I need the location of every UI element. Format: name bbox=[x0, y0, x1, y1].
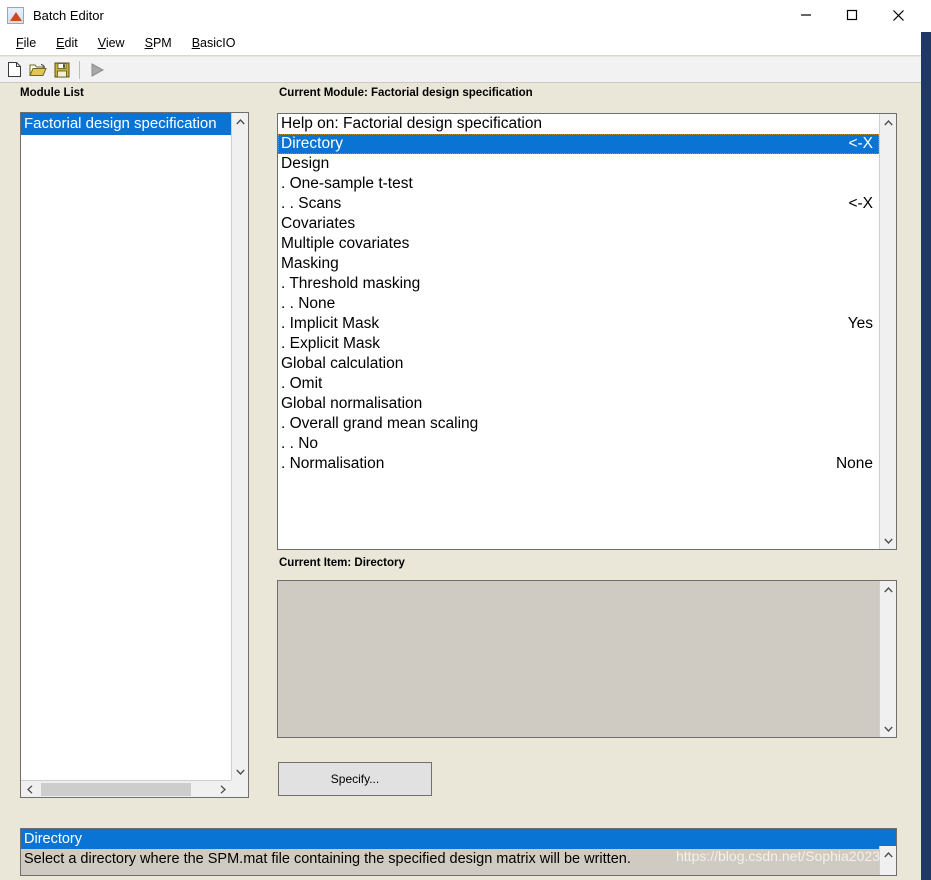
module-row-label: . . None bbox=[281, 295, 336, 312]
module-row-label: . Implicit Mask bbox=[281, 315, 380, 332]
help-content: Directory Select a directory where the S… bbox=[21, 829, 879, 875]
module-row[interactable]: Masking bbox=[278, 254, 879, 274]
menu-item-spm[interactable]: SPM bbox=[135, 34, 182, 52]
scroll-up-icon[interactable] bbox=[232, 113, 249, 130]
help-vertical-scrollbar[interactable] bbox=[879, 829, 896, 875]
module-list-item[interactable]: Factorial design specification bbox=[21, 113, 231, 135]
batch-editor-window: Batch Editor File Edit View SPM BasicIO bbox=[0, 0, 931, 880]
module-row[interactable]: . . None bbox=[278, 294, 879, 314]
module-row[interactable]: . Omit bbox=[278, 374, 879, 394]
module-row-label: . Overall grand mean scaling bbox=[281, 415, 479, 432]
module-list-horizontal-scrollbar[interactable] bbox=[21, 780, 231, 797]
module-row-label: . . Scans bbox=[281, 195, 342, 212]
current-module-label: Current Module: Factorial design specifi… bbox=[279, 87, 533, 99]
module-row-label: Multiple covariates bbox=[281, 235, 410, 252]
module-row-value: None bbox=[835, 455, 873, 472]
scroll-up-icon[interactable] bbox=[880, 846, 896, 863]
scroll-down-icon[interactable] bbox=[880, 532, 897, 549]
help-panel: Directory Select a directory where the S… bbox=[20, 828, 897, 876]
specify-button[interactable]: Specify... bbox=[278, 762, 432, 796]
title-bar: Batch Editor bbox=[0, 0, 921, 45]
module-row-label: Help on: Factorial design specification bbox=[281, 115, 543, 132]
new-file-icon[interactable] bbox=[2, 59, 26, 81]
scrollbar-corner bbox=[231, 780, 248, 797]
scroll-up-icon[interactable] bbox=[880, 581, 897, 598]
menu-item-file[interactable]: File bbox=[6, 34, 46, 52]
maximize-button[interactable] bbox=[829, 0, 875, 30]
module-row-label: Design bbox=[281, 155, 330, 172]
module-row-label: . Explicit Mask bbox=[281, 335, 381, 352]
module-row-label: Masking bbox=[281, 255, 339, 272]
module-row[interactable]: Covariates bbox=[278, 214, 879, 234]
module-list-vertical-scrollbar[interactable] bbox=[231, 113, 248, 780]
module-row[interactable]: . Overall grand mean scaling bbox=[278, 414, 879, 434]
menu-label-spm-rest: PM bbox=[152, 35, 172, 50]
module-row[interactable]: Design bbox=[278, 154, 879, 174]
module-row-label: . Omit bbox=[281, 375, 323, 392]
current-item-value[interactable] bbox=[278, 581, 879, 737]
current-item-panel[interactable] bbox=[277, 580, 897, 738]
current-item-label: Current Item: Directory bbox=[279, 557, 405, 569]
toolbar bbox=[0, 57, 921, 83]
menu-label-edit-rest: dit bbox=[64, 35, 78, 50]
module-list-label: Module List bbox=[20, 87, 84, 99]
module-row[interactable]: . Implicit Mask Yes bbox=[278, 314, 879, 334]
scroll-down-icon[interactable] bbox=[232, 763, 249, 780]
module-row[interactable]: . Normalisation None bbox=[278, 454, 879, 474]
module-row[interactable]: . One-sample t-test bbox=[278, 174, 879, 194]
module-row[interactable]: Directory <-X bbox=[278, 134, 879, 154]
matlab-icon bbox=[7, 6, 24, 24]
menu-item-basicio[interactable]: BasicIO bbox=[182, 34, 246, 52]
module-row[interactable]: . Threshold masking bbox=[278, 274, 879, 294]
scroll-up-icon[interactable] bbox=[880, 114, 897, 131]
module-row-label: . Normalisation bbox=[281, 455, 385, 472]
window-title: Batch Editor bbox=[33, 7, 104, 23]
menu-item-edit[interactable]: Edit bbox=[46, 34, 88, 52]
module-row[interactable]: . Explicit Mask bbox=[278, 334, 879, 354]
window-controls bbox=[783, 0, 921, 30]
current-module-list[interactable]: Help on: Factorial design specification D… bbox=[278, 114, 879, 549]
scroll-down-icon[interactable] bbox=[880, 720, 897, 737]
module-row-value: <-X bbox=[848, 135, 873, 152]
module-row-label: . One-sample t-test bbox=[281, 175, 413, 192]
module-row-label: . . No bbox=[281, 435, 319, 452]
module-row-value: <-X bbox=[848, 195, 873, 212]
module-list[interactable]: Factorial design specification bbox=[21, 113, 231, 780]
module-row[interactable]: Global normalisation bbox=[278, 394, 879, 414]
help-title: Directory bbox=[21, 829, 879, 849]
close-button[interactable] bbox=[875, 0, 921, 30]
menu-bar: File Edit View SPM BasicIO bbox=[0, 30, 921, 56]
module-row-value: Yes bbox=[847, 315, 873, 332]
save-disk-icon[interactable] bbox=[50, 59, 74, 81]
module-list-panel: Factorial design specification bbox=[20, 112, 249, 798]
module-row[interactable]: . . No bbox=[278, 434, 879, 454]
menu-label-view-rest: iew bbox=[105, 35, 125, 50]
open-folder-icon[interactable] bbox=[26, 59, 50, 81]
module-row-label: Covariates bbox=[281, 215, 356, 232]
module-row-label: . Threshold masking bbox=[281, 275, 421, 292]
current-module-panel: Help on: Factorial design specification D… bbox=[277, 113, 897, 550]
current-module-vertical-scrollbar[interactable] bbox=[879, 114, 896, 549]
window-right-edge-strip bbox=[921, 0, 931, 880]
module-row-label: Directory bbox=[281, 135, 344, 152]
module-row[interactable]: Help on: Factorial design specification bbox=[278, 114, 879, 134]
scroll-right-icon[interactable] bbox=[214, 781, 231, 798]
minimize-button[interactable] bbox=[783, 0, 829, 30]
toolbar-separator bbox=[79, 60, 80, 79]
menu-label-file-rest: ile bbox=[23, 35, 37, 50]
help-scroll-thumb[interactable] bbox=[879, 829, 896, 846]
window-right-edge-strip-top bbox=[921, 0, 931, 32]
module-row-label: Global calculation bbox=[281, 355, 404, 372]
module-row[interactable]: . . Scans <-X bbox=[278, 194, 879, 214]
menu-label-basicio-rest: asicIO bbox=[200, 35, 236, 50]
help-body: Select a directory where the SPM.mat fil… bbox=[24, 851, 631, 867]
module-row-label: Global normalisation bbox=[281, 395, 423, 412]
horizontal-scroll-thumb[interactable] bbox=[41, 783, 191, 796]
menu-item-view[interactable]: View bbox=[88, 34, 135, 52]
module-row[interactable]: Global calculation bbox=[278, 354, 879, 374]
module-row[interactable]: Multiple covariates bbox=[278, 234, 879, 254]
scroll-left-icon[interactable] bbox=[21, 781, 38, 798]
run-play-icon[interactable] bbox=[85, 59, 109, 81]
current-item-vertical-scrollbar[interactable] bbox=[879, 581, 896, 737]
